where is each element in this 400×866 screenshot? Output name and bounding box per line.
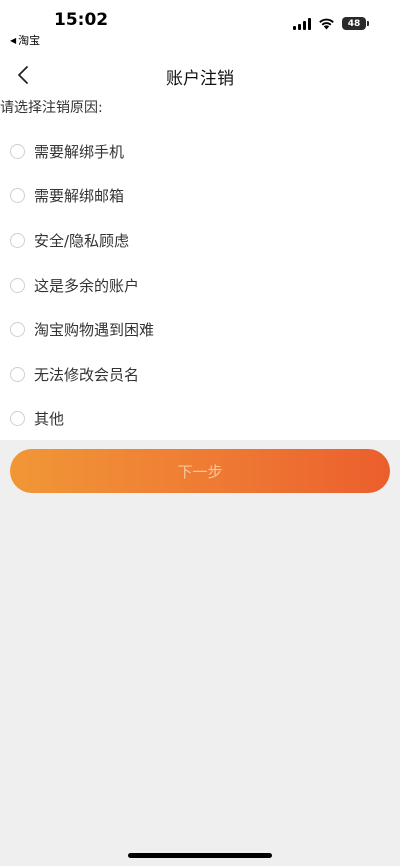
next-step-button[interactable]: 下一步 <box>10 449 390 493</box>
reason-option-label: 淘宝购物遇到困难 <box>34 321 155 340</box>
reason-option-label: 需要解绑邮箱 <box>34 187 125 206</box>
reason-option[interactable]: 需要解绑手机 <box>0 129 400 174</box>
content-panel: 15:02 ◀ 淘宝 48 账户注销 请选择注销原因: 需要解绑手机 需要解绑邮… <box>0 0 400 440</box>
reason-option-label: 其他 <box>34 410 65 429</box>
radio-button[interactable] <box>10 277 25 293</box>
reason-option[interactable]: 需要解绑邮箱 <box>0 174 400 219</box>
radio-button[interactable] <box>10 188 25 204</box>
return-to-app-link[interactable]: ◀ 淘宝 <box>10 32 40 48</box>
wifi-icon <box>319 18 334 30</box>
back-triangle-icon: ◀ <box>10 35 17 45</box>
radio-button[interactable] <box>10 143 25 159</box>
radio-button[interactable] <box>10 411 25 427</box>
radio-button[interactable] <box>10 366 25 382</box>
cellular-signal-icon <box>293 17 311 30</box>
reason-option[interactable]: 这是多余的账户 <box>0 263 400 308</box>
reason-option-label: 无法修改会员名 <box>34 365 140 384</box>
status-indicators: 48 <box>293 17 369 30</box>
radio-button[interactable] <box>10 232 25 248</box>
page-title: 账户注销 <box>166 69 234 89</box>
reason-option-label: 安全/隐私顾虑 <box>34 231 130 250</box>
reason-option[interactable]: 淘宝购物遇到困难 <box>0 307 400 352</box>
status-time: 15:02 <box>54 10 109 30</box>
reason-prompt: 请选择注销原因: <box>0 100 103 116</box>
battery-icon: 48 <box>342 17 369 30</box>
reason-option[interactable]: 安全/隐私顾虑 <box>0 218 400 263</box>
reason-option[interactable]: 其他 <box>0 397 400 442</box>
reason-option-label: 这是多余的账户 <box>34 276 140 295</box>
radio-button[interactable] <box>10 322 25 338</box>
reason-options: 需要解绑手机 需要解绑邮箱 安全/隐私顾虑 这是多余的账户 淘宝购物遇到困难 无… <box>0 129 400 441</box>
reason-option-label: 需要解绑手机 <box>34 142 125 161</box>
home-indicator[interactable] <box>128 853 272 858</box>
reason-option[interactable]: 无法修改会员名 <box>0 352 400 397</box>
return-app-label: 淘宝 <box>18 34 41 47</box>
